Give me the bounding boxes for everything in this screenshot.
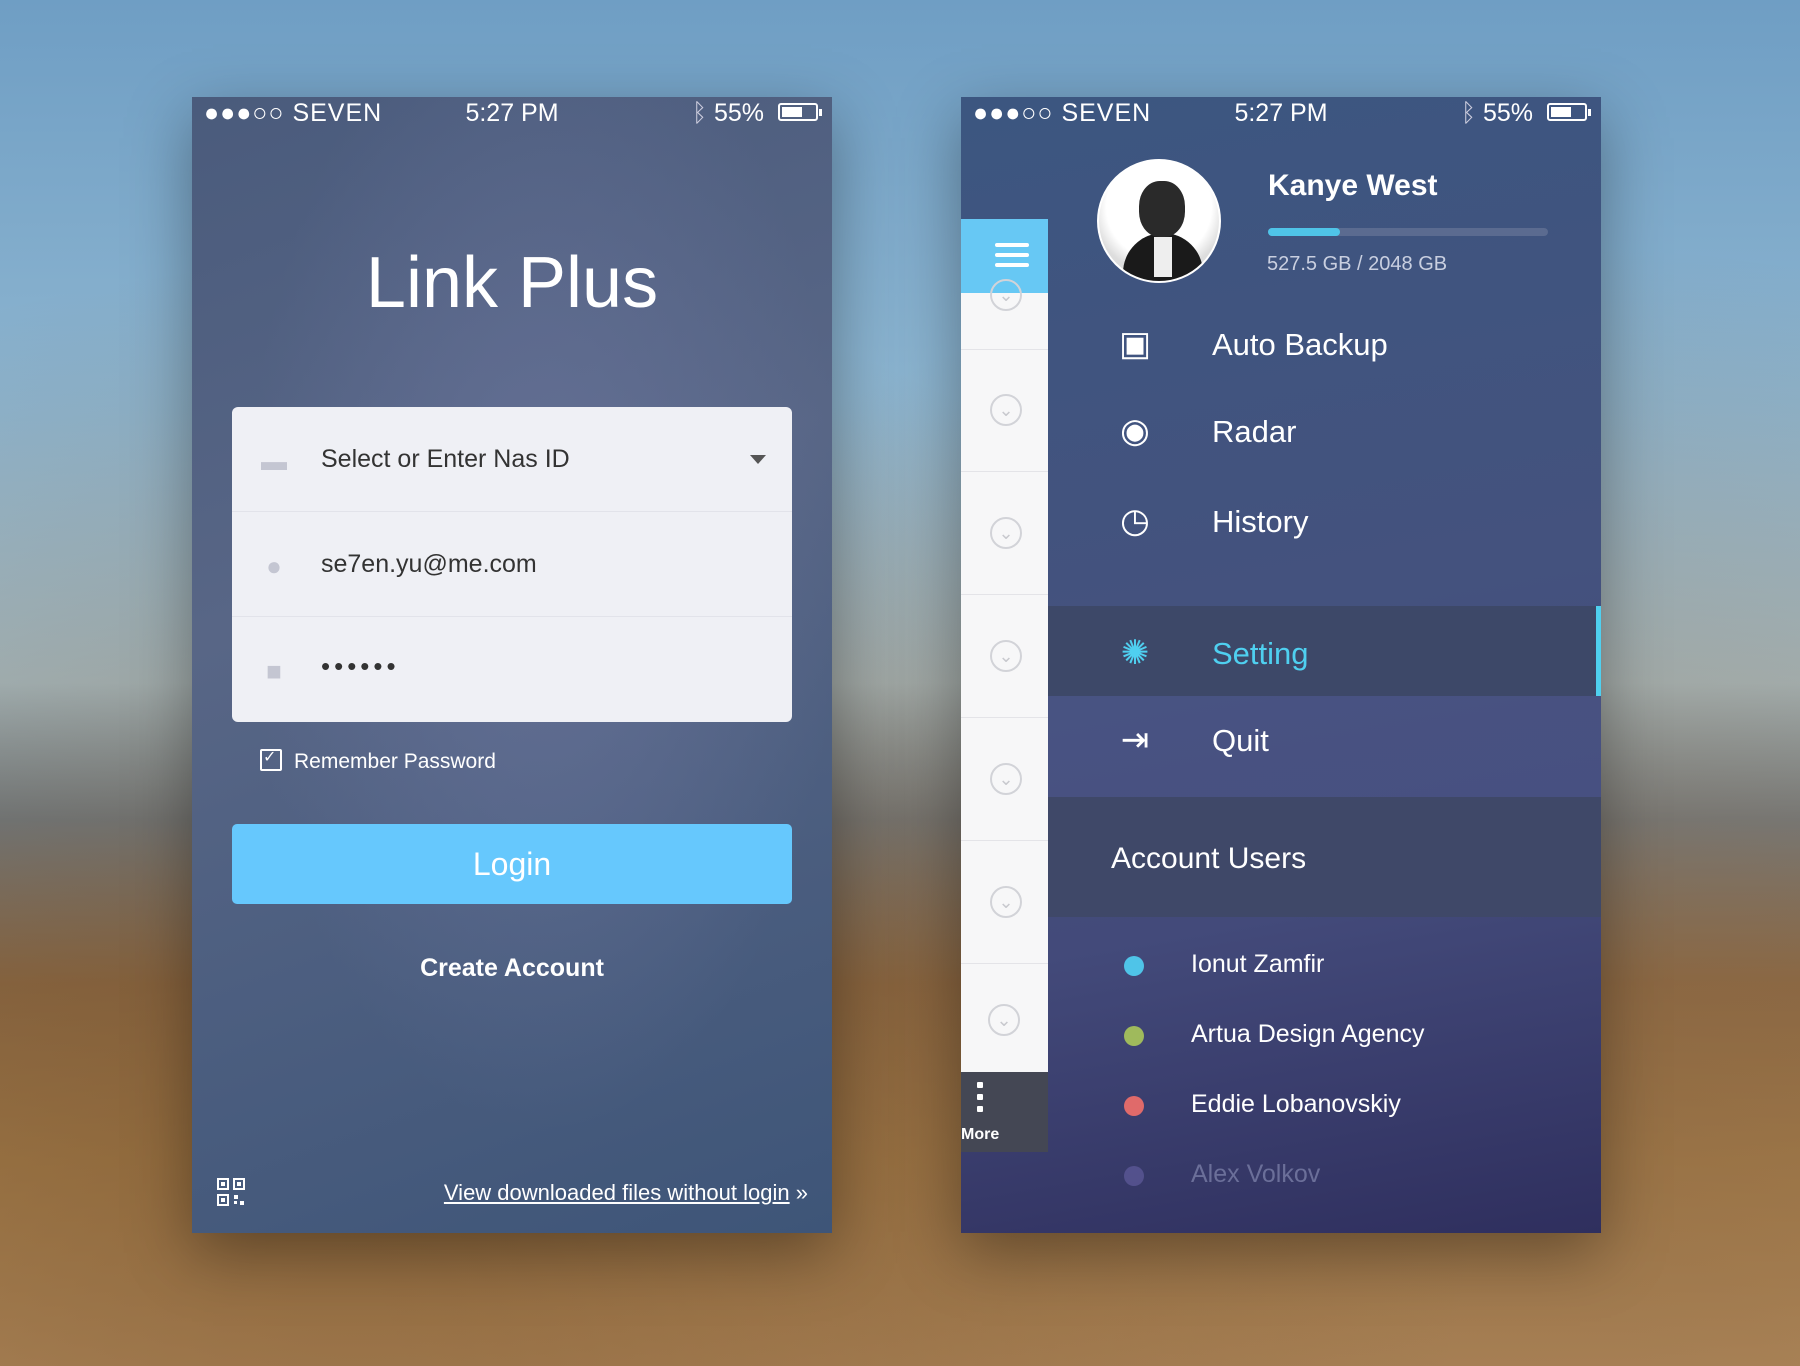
avatar-shirt xyxy=(1154,237,1172,277)
battery-percent: 55% xyxy=(1482,99,1533,127)
user-icon: ● xyxy=(266,551,282,581)
chevron-down-circle-icon[interactable]: ⌄ xyxy=(990,517,1022,549)
caret-down-icon[interactable] xyxy=(750,455,766,464)
view-files-link-text: View downloaded files without login xyxy=(443,1180,790,1205)
clock-icon: ◷ xyxy=(1120,502,1150,540)
remember-password-label[interactable]: Remember Password xyxy=(294,750,496,774)
avatar[interactable] xyxy=(1097,159,1221,283)
menu-item-radar[interactable]: ◉ Radar xyxy=(1048,384,1601,474)
account-users-title: Account Users xyxy=(1111,842,1307,875)
battery-icon xyxy=(778,103,822,121)
status-bar: ●●●○○ SEVEN 5:27 PM ᛒ 55% xyxy=(192,97,832,127)
create-account-link[interactable]: Create Account xyxy=(192,954,832,983)
radar-icon: ◉ xyxy=(1120,412,1150,450)
account-name: Eddie Lobanovskiy xyxy=(1191,1090,1401,1118)
menu-item-label: Radar xyxy=(1212,414,1297,449)
more-label: More xyxy=(961,1126,1000,1143)
list-item[interactable]: Eddie Lobanovskiy xyxy=(1048,1071,1601,1141)
side-rail: ⌄ ⌄ ⌄ ⌄ ⌄ ⌄ ⌄ xyxy=(961,219,1048,1075)
list-item[interactable]: Artua Design Agency xyxy=(1048,1001,1601,1071)
rail-cell[interactable]: ⌄ xyxy=(961,718,1048,841)
status-dot xyxy=(1124,1166,1144,1186)
storage-quota-fill xyxy=(1268,228,1341,236)
email-value: se7en.yu@me.com xyxy=(321,550,537,578)
app-title: Link Plus xyxy=(365,243,659,323)
chevron-down-circle-icon[interactable]: ⌄ xyxy=(988,1004,1020,1036)
menu-item-quit[interactable]: ⇥ Quit xyxy=(1048,693,1601,783)
account-name: Ionut Zamfir xyxy=(1191,950,1325,978)
list-item[interactable]: Ionut Zamfir xyxy=(1048,931,1601,1001)
rail-cell[interactable]: ⌄ xyxy=(961,472,1048,595)
chevron-down-circle-icon[interactable]: ⌄ xyxy=(990,640,1022,672)
gear-icon: ✺ xyxy=(1120,634,1150,672)
battery-icon xyxy=(1547,103,1591,121)
menu-item-label: Auto Backup xyxy=(1212,327,1388,362)
chevron-down-circle-icon[interactable]: ⌄ xyxy=(990,763,1022,795)
nas-id-select[interactable]: ▬ Select or Enter Nas ID xyxy=(232,407,792,512)
menu-item-label: Quit xyxy=(1212,723,1269,758)
status-bar: ●●●○○ SEVEN 5:27 PM ᛒ 55% xyxy=(961,97,1601,127)
lock-icon: ■ xyxy=(266,656,282,686)
menu-item-setting[interactable]: ✺ Setting xyxy=(1048,606,1601,696)
bluetooth-icon: ᛒ xyxy=(691,99,707,127)
drive-icon: ▬ xyxy=(261,446,287,476)
rail-cell[interactable]: ⌄ xyxy=(961,595,1048,718)
drawer-screen: ●●●○○ SEVEN 5:27 PM ᛒ 55% ⌄ ⌄ ⌄ ⌄ ⌄ ⌄ ⌄ … xyxy=(961,97,1601,1233)
status-dot xyxy=(1124,1026,1144,1046)
password-value: •••••• xyxy=(321,651,400,681)
chevron-down-circle-icon[interactable]: ⌄ xyxy=(990,279,1022,311)
user-name: Kanye West xyxy=(1268,169,1438,202)
chevron-down-circle-icon[interactable]: ⌄ xyxy=(990,394,1022,426)
email-field[interactable]: ● se7en.yu@me.com xyxy=(232,512,792,617)
account-users-list: Ionut Zamfir Artua Design Agency Eddie L… xyxy=(1048,917,1601,1233)
battery-percent: 55% xyxy=(713,99,764,127)
rail-cell[interactable]: ⌄ xyxy=(961,349,1048,472)
account-name: Alex Volkov xyxy=(1191,1160,1321,1188)
login-form: ▬ Select or Enter Nas ID ● se7en.yu@me.c… xyxy=(232,407,792,722)
status-dot xyxy=(1124,956,1144,976)
list-item[interactable]: Alex Volkov xyxy=(1048,1141,1601,1211)
menu-item-auto-backup[interactable]: ▣ Auto Backup xyxy=(1048,297,1601,387)
rail-cell[interactable]: ⌄ xyxy=(961,279,1048,350)
storage-quota-text: 527.5 GB / 2048 GB xyxy=(1267,253,1448,275)
rail-cell[interactable]: ⌄ xyxy=(961,964,1048,1075)
more-button[interactable]: More xyxy=(961,1072,1048,1152)
menu-item-label: Setting xyxy=(1212,636,1309,671)
login-button[interactable]: Login xyxy=(232,824,792,904)
bluetooth-icon: ᛒ xyxy=(1460,99,1476,127)
chevron-down-circle-icon[interactable]: ⌄ xyxy=(990,886,1022,918)
remember-password-checkbox[interactable] xyxy=(260,747,282,771)
menu-item-history[interactable]: ◷ History xyxy=(1048,474,1601,564)
password-field[interactable]: ■ •••••• xyxy=(232,617,792,721)
account-name: Artua Design Agency xyxy=(1191,1020,1425,1048)
nas-id-value: Select or Enter Nas ID xyxy=(321,445,570,473)
double-chevron-right-icon: » xyxy=(795,1180,808,1205)
view-files-link[interactable]: View downloaded files without login » xyxy=(444,1180,808,1206)
qr-code-icon[interactable] xyxy=(217,1178,245,1206)
rail-cell[interactable]: ⌄ xyxy=(961,841,1048,964)
image-sync-icon: ▣ xyxy=(1118,325,1152,363)
exit-icon: ⇥ xyxy=(1120,721,1150,759)
menu-item-label: History xyxy=(1212,504,1309,539)
avatar-head xyxy=(1139,181,1185,237)
status-dot xyxy=(1124,1096,1144,1116)
login-screen: ●●●○○ SEVEN 5:27 PM ᛒ 55% Link Plus ▬ Se… xyxy=(192,97,832,1233)
storage-quota-bar xyxy=(1268,228,1548,236)
